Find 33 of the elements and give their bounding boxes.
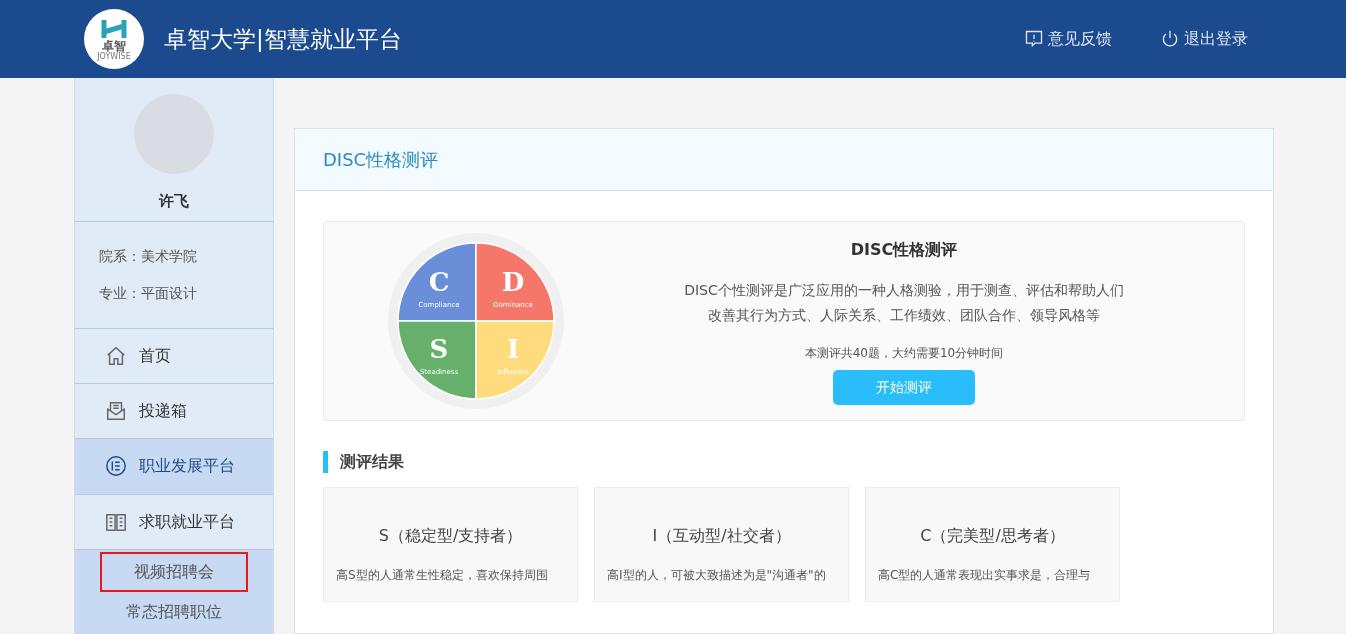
quadrant-letter: I bbox=[506, 334, 520, 364]
result-title: S（稳定型/支持者） bbox=[377, 525, 524, 547]
info-text: 院系：美术学院 bbox=[99, 246, 198, 266]
description-text: DISC个性测评是广泛应用的一种人格测验，用于测查、评估和帮助人们 bbox=[684, 280, 1124, 300]
logo-text: 卓智 bbox=[102, 39, 126, 52]
logo-subtext: JOYWISE bbox=[97, 51, 131, 61]
info-text: 专业：平面设计 bbox=[99, 283, 198, 303]
result-title: C（完美型/思考者） bbox=[919, 525, 1066, 547]
result-text: 高I型的人，可被大致描述为是"沟通者"的 bbox=[606, 567, 827, 584]
intro-heading: DISC性格测评 bbox=[850, 238, 958, 261]
mailbox-icon bbox=[105, 400, 127, 423]
result-text: 高C型的人通常表现出实事求是，合理与 bbox=[877, 567, 1092, 584]
site-title: 卓智大学|智慧就业平台 bbox=[164, 24, 402, 54]
logo-mark-icon bbox=[101, 17, 127, 40]
quadrant-letter: D bbox=[501, 267, 525, 297]
quadrant-letter: S bbox=[429, 334, 449, 364]
duration-note: 本测评共40题，大约需要10分钟时间 bbox=[804, 344, 1004, 362]
power-icon bbox=[1160, 29, 1180, 49]
logout-button[interactable]: 退出登录 bbox=[1160, 27, 1248, 51]
user-name: 许飞 bbox=[159, 191, 189, 212]
feedback-button[interactable]: 意见反馈 bbox=[1024, 27, 1112, 51]
home-icon bbox=[105, 344, 127, 367]
feedback-icon bbox=[1024, 29, 1044, 49]
submenu-item[interactable]: 视频招聘会 bbox=[100, 552, 248, 592]
description-text: 改善其行为方式、人际关系、工作绩效、团队合作、领导风格等 bbox=[708, 305, 1100, 325]
list-icon bbox=[105, 455, 127, 478]
section-title: 测评结果 bbox=[323, 451, 1245, 473]
panel-title: DISC性格测评 bbox=[295, 129, 1273, 191]
submenu-item[interactable]: 常态招聘职位 bbox=[100, 592, 248, 632]
result-title: I（互动型/社交者） bbox=[651, 525, 792, 547]
result-text: 高S型的人通常生性稳定，喜欢保持周围 bbox=[335, 567, 549, 584]
quadrant-letter: C bbox=[428, 267, 450, 297]
nav-item[interactable]: 职业发展平台 bbox=[75, 439, 273, 495]
